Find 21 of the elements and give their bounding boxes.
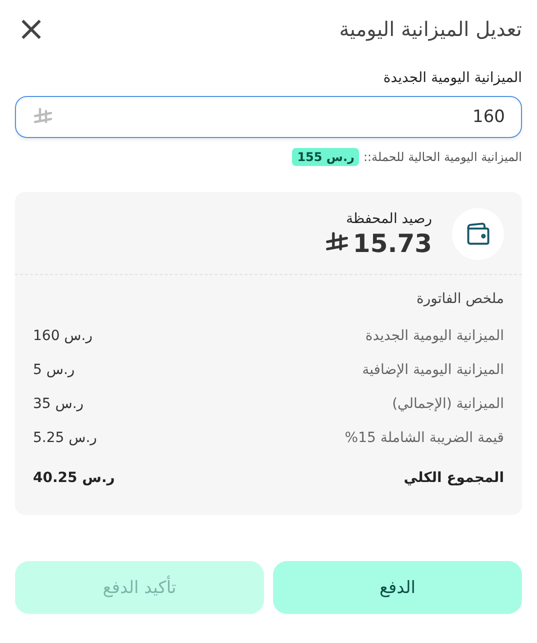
invoice-label: قيمة الضريبة الشاملة 15%: [344, 430, 504, 446]
budget-input[interactable]: 160: [15, 96, 522, 138]
invoice-amount: 5.25 ر.س: [33, 430, 97, 446]
invoice-amount: 160 ر.س: [33, 328, 92, 344]
invoice-amount: 35 ر.س: [33, 396, 84, 412]
invoice-label: الميزانية (الإجمالي): [392, 396, 504, 412]
total-amount: 40.25 ر.س: [33, 470, 115, 486]
invoice-title: ملخص الفاتورة: [416, 291, 504, 307]
wallet-icon: [465, 221, 491, 247]
total-label: المجموع الكلي: [404, 470, 504, 486]
invoice-label: الميزانية اليومية الإضافية: [362, 362, 504, 378]
wallet-balance: 15.73: [352, 228, 432, 258]
pay-button[interactable]: الدفع: [273, 561, 522, 614]
current-budget-badge: 155 ر.س: [292, 148, 360, 166]
invoice-amount: 5 ر.س: [33, 362, 75, 378]
field-label: الميزانية اليومية الجديدة: [382, 70, 522, 86]
wallet-label: رصيد المحفظة: [344, 210, 432, 226]
invoice-label: الميزانية اليومية الجديدة: [365, 328, 504, 344]
hint-text: الميزانية اليومية الحالية للحملة::: [363, 150, 522, 164]
close-button[interactable]: ×: [15, 12, 48, 46]
dialog-title: تعديل الميزانية اليومية: [339, 17, 522, 41]
